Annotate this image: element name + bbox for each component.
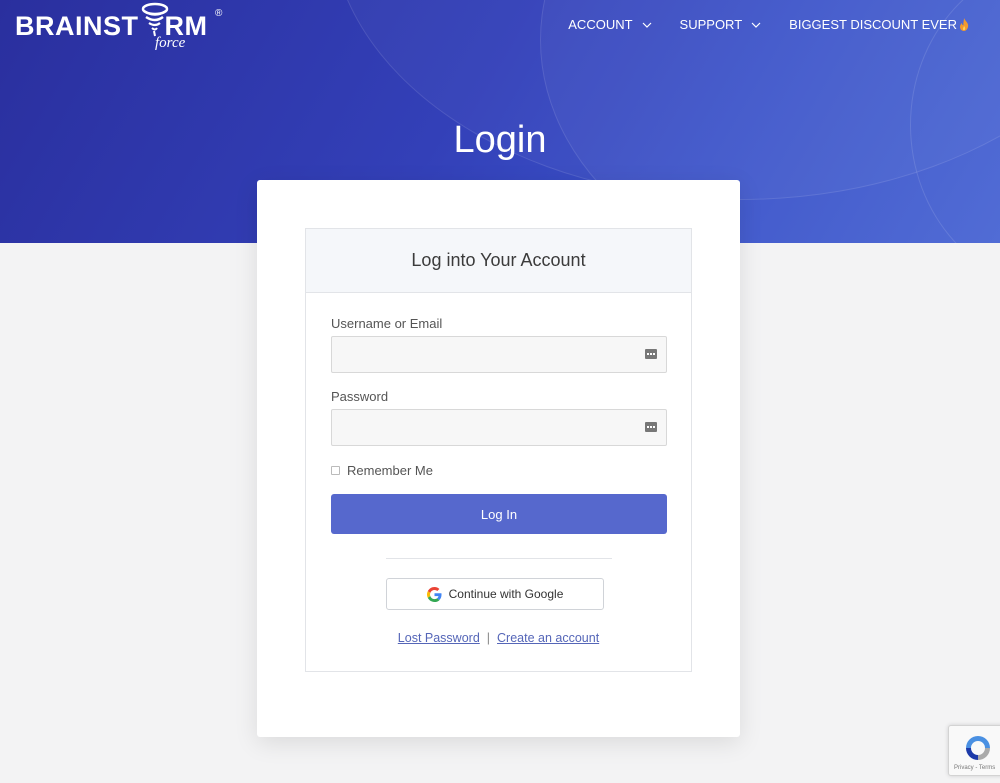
divider [386, 558, 612, 559]
lost-password-link[interactable]: Lost Password [398, 631, 480, 645]
login-button[interactable]: Log In [331, 494, 667, 534]
password-field[interactable] [331, 409, 667, 446]
login-form: Log into Your Account Username or Email … [305, 228, 692, 672]
registered-mark: ® [215, 8, 223, 19]
nav-discount-label: BIGGEST DISCOUNT EVER [789, 17, 957, 32]
nav-support[interactable]: SUPPORT [680, 17, 762, 32]
nav-support-label: SUPPORT [679, 17, 743, 32]
link-separator: | [486, 631, 491, 645]
top-navigation: ACCOUNT SUPPORT BIGGEST DISCOUNT EVER [540, 17, 970, 32]
account-links: Lost Password | Create an account [306, 631, 691, 645]
page-title: Login [453, 119, 547, 161]
nav-discount[interactable]: BIGGEST DISCOUNT EVER [789, 17, 970, 32]
create-account-link[interactable]: Create an account [497, 631, 599, 645]
recaptcha-icon [966, 736, 990, 760]
form-heading: Log into Your Account [306, 229, 691, 293]
google-button-label: Continue with Google [448, 587, 564, 601]
storm-icon [141, 2, 169, 37]
google-icon [426, 586, 442, 602]
recaptcha-badge[interactable]: Privacy - Terms [948, 725, 1000, 776]
username-field[interactable] [331, 336, 667, 373]
password-manager-icon[interactable] [645, 349, 657, 359]
nav-account-label: ACCOUNT [568, 17, 633, 32]
flame-icon [960, 18, 969, 31]
password-manager-icon[interactable] [645, 422, 657, 432]
logo-subtitle: force [155, 35, 186, 51]
username-label: Username or Email [331, 316, 443, 331]
remember-me[interactable]: Remember Me [331, 463, 433, 478]
nav-account[interactable]: ACCOUNT [568, 17, 651, 32]
remember-me-checkbox[interactable] [331, 466, 340, 475]
recaptcha-links[interactable]: Privacy - Terms [954, 765, 995, 771]
login-card: Log into Your Account Username or Email … [257, 180, 740, 737]
remember-me-label: Remember Me [347, 463, 433, 478]
chevron-down-icon [642, 22, 651, 28]
password-label: Password [331, 389, 389, 404]
chevron-down-icon [751, 22, 761, 28]
google-signin-button[interactable]: Continue with Google [386, 578, 604, 610]
